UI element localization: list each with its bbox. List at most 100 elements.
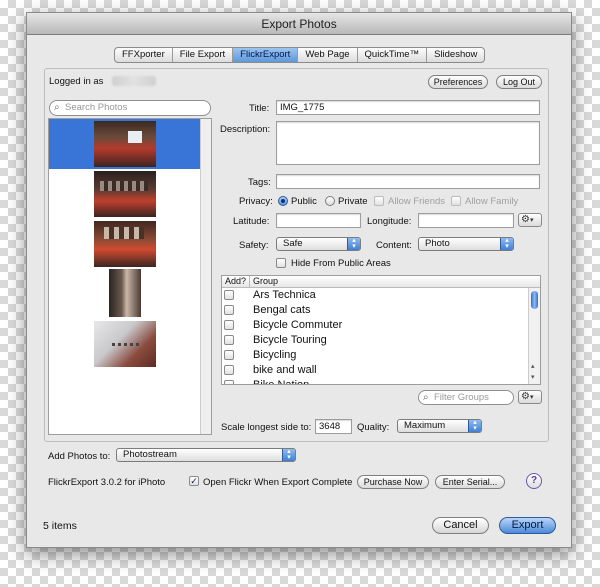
enter-serial-button[interactable]: Enter Serial... (435, 475, 505, 489)
window-title: Export Photos (27, 13, 571, 35)
longitude-field[interactable] (418, 213, 514, 228)
gear-icon: ⚙ (521, 214, 530, 225)
photo-thumbnail (109, 269, 141, 317)
groups-scrollbar[interactable]: ▴ ▾ (528, 288, 540, 384)
export-tabs: FFXporter File Export FlickrExport Web P… (114, 47, 486, 63)
safety-popup[interactable]: Safe ▴ ▾ (276, 237, 361, 251)
tags-label: Tags: (248, 177, 271, 188)
col-add[interactable]: Add? (225, 276, 246, 287)
groups-table-header: Add? Group (222, 276, 540, 288)
photo-thumbnail (94, 221, 156, 267)
popup-arrows-icon: ▴ ▾ (468, 419, 481, 432)
scale-label: Scale longest side to: (221, 422, 312, 433)
location-gear-menu[interactable]: ⚙▾ (518, 213, 542, 227)
title-label: Title: (249, 103, 270, 114)
logout-button[interactable]: Log Out (496, 75, 542, 89)
privacy-private-label: Private (338, 196, 368, 207)
tab-quicktime[interactable]: QuickTime™ (358, 48, 428, 62)
tags-field[interactable] (276, 174, 540, 189)
gear-icon: ⚙ (521, 391, 530, 402)
description-label: Description: (220, 124, 271, 135)
quality-popup[interactable]: Maximum ▴ ▾ (397, 419, 482, 433)
group-name: Ars Technica (253, 289, 316, 301)
allow-friends-checkbox[interactable] (374, 196, 384, 206)
help-icon[interactable]: ? (526, 473, 542, 489)
group-row[interactable]: Bicycling (222, 348, 540, 363)
group-add-checkbox[interactable] (224, 350, 234, 360)
photo-item-selected[interactable] (49, 119, 201, 169)
blurred-username (112, 76, 156, 86)
search-photos-placeholder: Search Photos (65, 102, 128, 113)
photo-item[interactable] (49, 269, 201, 319)
groups-table[interactable]: Add? Group Ars Technica Bengal cats Bicycl… (221, 275, 541, 385)
group-add-checkbox[interactable] (224, 290, 234, 300)
allow-friends-label: Allow Friends (388, 196, 446, 207)
col-group[interactable]: Group (253, 276, 278, 287)
allow-family-label: Allow Family (465, 196, 519, 207)
group-row[interactable]: bike and wall (222, 363, 540, 378)
cancel-button[interactable]: Cancel (432, 517, 489, 534)
quality-value: Maximum (404, 420, 446, 431)
tab-ffxporter[interactable]: FFXporter (115, 48, 173, 62)
open-flickr-checkbox[interactable]: ✓ (189, 476, 199, 486)
add-photos-popup[interactable]: Photostream ▴ ▾ (116, 448, 296, 462)
tab-flickrexport[interactable]: FlickrExport (233, 48, 299, 62)
group-row[interactable]: Bengal cats (222, 303, 540, 318)
group-add-checkbox[interactable] (224, 320, 234, 330)
photo-thumbnail (94, 321, 156, 367)
filter-groups-placeholder: Filter Groups (434, 392, 489, 403)
export-button[interactable]: Export (499, 517, 556, 534)
latitude-label: Latitude: (233, 216, 270, 227)
group-add-checkbox[interactable] (224, 365, 234, 375)
groups-scrollbar-thumb[interactable] (531, 291, 538, 309)
privacy-public-radio[interactable] (278, 196, 288, 206)
hide-public-checkbox[interactable] (276, 258, 286, 268)
content-label: Content: (376, 240, 412, 251)
privacy-private-radio[interactable] (325, 196, 335, 206)
groups-gear-menu[interactable]: ⚙▾ (518, 390, 542, 404)
latitude-field[interactable] (276, 213, 361, 228)
tab-web-page[interactable]: Web Page (298, 48, 358, 62)
tab-file-export[interactable]: File Export (173, 48, 234, 62)
version-label: FlickrExport 3.0.2 for iPhoto (48, 477, 166, 488)
group-row[interactable]: Bicycle Touring (222, 333, 540, 348)
photo-list-scrollbar[interactable] (200, 119, 211, 434)
photo-list[interactable] (48, 118, 212, 435)
safety-value: Safe (283, 238, 303, 249)
privacy-label: Privacy: (239, 196, 273, 207)
photo-thumbnail (94, 121, 156, 167)
safety-label: Safety: (239, 240, 269, 251)
content-popup[interactable]: Photo ▴ ▾ (418, 237, 514, 251)
scale-field[interactable]: 3648 (315, 419, 352, 434)
tab-slideshow[interactable]: Slideshow (427, 48, 484, 62)
hide-public-label: Hide From Public Areas (291, 258, 391, 269)
group-add-checkbox[interactable] (224, 380, 234, 384)
group-name: Bengal cats (253, 304, 311, 316)
group-row[interactable]: Ars Technica (222, 288, 540, 303)
group-name: Bicycle Touring (253, 334, 327, 346)
logged-in-label: Logged in as (49, 76, 104, 87)
magnifier-icon: ⌕ (423, 392, 429, 403)
preferences-button[interactable]: Preferences (428, 75, 488, 89)
photo-thumbnail (94, 171, 156, 217)
photo-item[interactable] (49, 169, 201, 219)
group-row[interactable]: Bike Nation (222, 378, 540, 385)
privacy-public-label: Public (291, 196, 317, 207)
photo-item[interactable] (49, 319, 201, 369)
content-value: Photo (425, 238, 450, 249)
group-add-checkbox[interactable] (224, 335, 234, 345)
photo-item[interactable] (49, 219, 201, 269)
group-row[interactable]: Bicycle Commuter (222, 318, 540, 333)
purchase-now-button[interactable]: Purchase Now (357, 475, 429, 489)
title-field[interactable]: IMG_1775 (276, 100, 540, 115)
group-add-checkbox[interactable] (224, 305, 234, 315)
add-photos-label: Add Photos to: (48, 451, 111, 462)
items-count: 5 items (43, 520, 77, 532)
search-photos-input[interactable]: ⌕ Search Photos (49, 100, 211, 116)
group-name: Bike Nation (253, 379, 310, 385)
filter-groups-input[interactable]: ⌕ Filter Groups (418, 390, 514, 405)
description-field[interactable] (276, 121, 540, 165)
group-name: Bicycling (253, 349, 297, 361)
allow-family-checkbox[interactable] (451, 196, 461, 206)
groups-rows: Ars Technica Bengal cats Bicycle Commuter B… (222, 288, 540, 385)
